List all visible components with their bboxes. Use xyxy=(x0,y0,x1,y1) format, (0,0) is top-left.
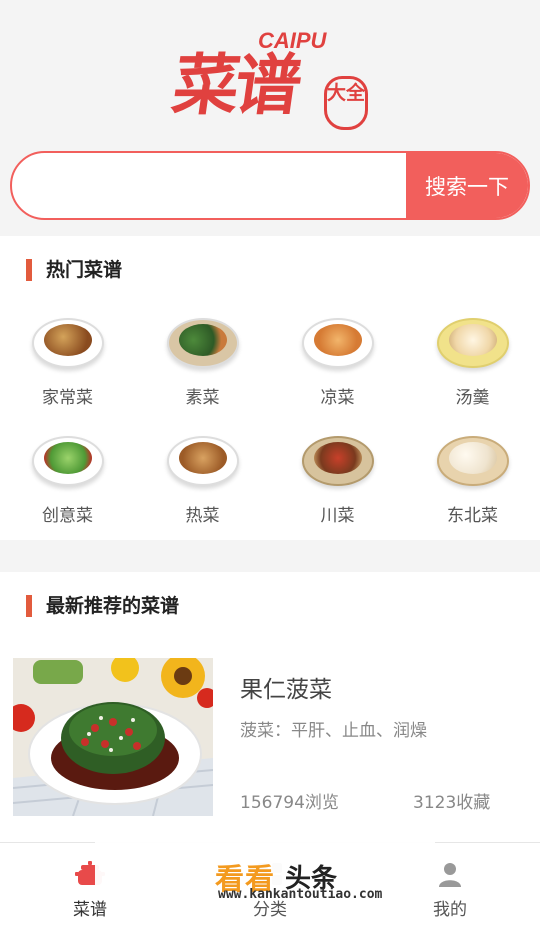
section-title-recommend: 最新推荐的菜谱 xyxy=(26,595,179,617)
category-sichuan-dish[interactable]: 川菜 xyxy=(270,430,405,548)
section-title-hot: 热门菜谱 xyxy=(26,259,122,281)
app-header: 菜谱 CAIPU 大全 搜索一下 xyxy=(0,0,540,236)
category-label: 汤羹 xyxy=(455,388,490,408)
category-label: 川菜 xyxy=(320,506,355,526)
search-bar: 搜索一下 xyxy=(10,151,530,220)
category-home-dish[interactable]: 家常菜 xyxy=(0,312,135,430)
category-label: 热菜 xyxy=(185,506,220,526)
search-input[interactable] xyxy=(12,153,406,218)
tab-label: 我的 xyxy=(433,900,467,920)
soup-icon xyxy=(431,312,515,374)
cold-dish-icon xyxy=(296,312,380,374)
category-label: 家常菜 xyxy=(42,388,93,408)
category-label: 创意菜 xyxy=(42,506,93,526)
creative-dish-icon xyxy=(26,430,110,492)
category-label: 凉菜 xyxy=(320,388,355,408)
sichuan-dish-icon xyxy=(296,430,380,492)
recipe-card[interactable]: 果仁菠菜 菠菜：平肝、止血、润燥 156794浏览 3123收藏 xyxy=(13,658,523,818)
recipe-views: 156794浏览 xyxy=(240,793,339,813)
user-icon xyxy=(439,863,461,887)
recipe-description: 菠菜：平肝、止血、润燥 xyxy=(240,721,427,741)
category-vegetable-dish[interactable]: 素菜 xyxy=(135,312,270,430)
caipu-logo: 菜谱 CAIPU 大全 xyxy=(168,22,380,134)
category-northeast-dish[interactable]: 东北菜 xyxy=(405,430,540,548)
recipe-image xyxy=(13,658,213,816)
dumpling-icon xyxy=(431,430,515,492)
category-label: 东北菜 xyxy=(447,506,498,526)
logo-text-en: CAIPU xyxy=(258,28,327,53)
watermark-url: www.kankantoutiao.com xyxy=(218,887,383,902)
vegetables-icon xyxy=(161,312,245,374)
category-soup[interactable]: 汤羹 xyxy=(405,312,540,430)
hot-recipes-section: 热门菜谱 家常菜 素菜 凉菜 汤羹 创意菜 热菜 川菜 东北菜 xyxy=(0,236,540,540)
home-dish-icon xyxy=(26,312,110,374)
category-cold-dish[interactable]: 凉菜 xyxy=(270,312,405,430)
recipe-favorites: 3123收藏 xyxy=(413,793,491,813)
recommend-section: 最新推荐的菜谱 果仁菠菜 菠菜：平肝、止血、润燥 156794浏览 3123收藏 xyxy=(0,572,540,842)
logo-seal: 大全 xyxy=(324,76,368,130)
tab-label: 菜谱 xyxy=(73,900,107,920)
category-creative-dish[interactable]: 创意菜 xyxy=(0,430,135,548)
category-label: 素菜 xyxy=(185,388,220,408)
hot-category-grid: 家常菜 素菜 凉菜 汤羹 创意菜 热菜 川菜 东北菜 xyxy=(0,312,540,548)
category-hot-dish[interactable]: 热菜 xyxy=(135,430,270,548)
search-button[interactable]: 搜索一下 xyxy=(406,153,528,218)
recipe-title: 果仁菠菜 xyxy=(240,677,332,703)
hot-dish-icon xyxy=(161,430,245,492)
watermark-overlay: 看看 头条 xyxy=(95,826,435,896)
